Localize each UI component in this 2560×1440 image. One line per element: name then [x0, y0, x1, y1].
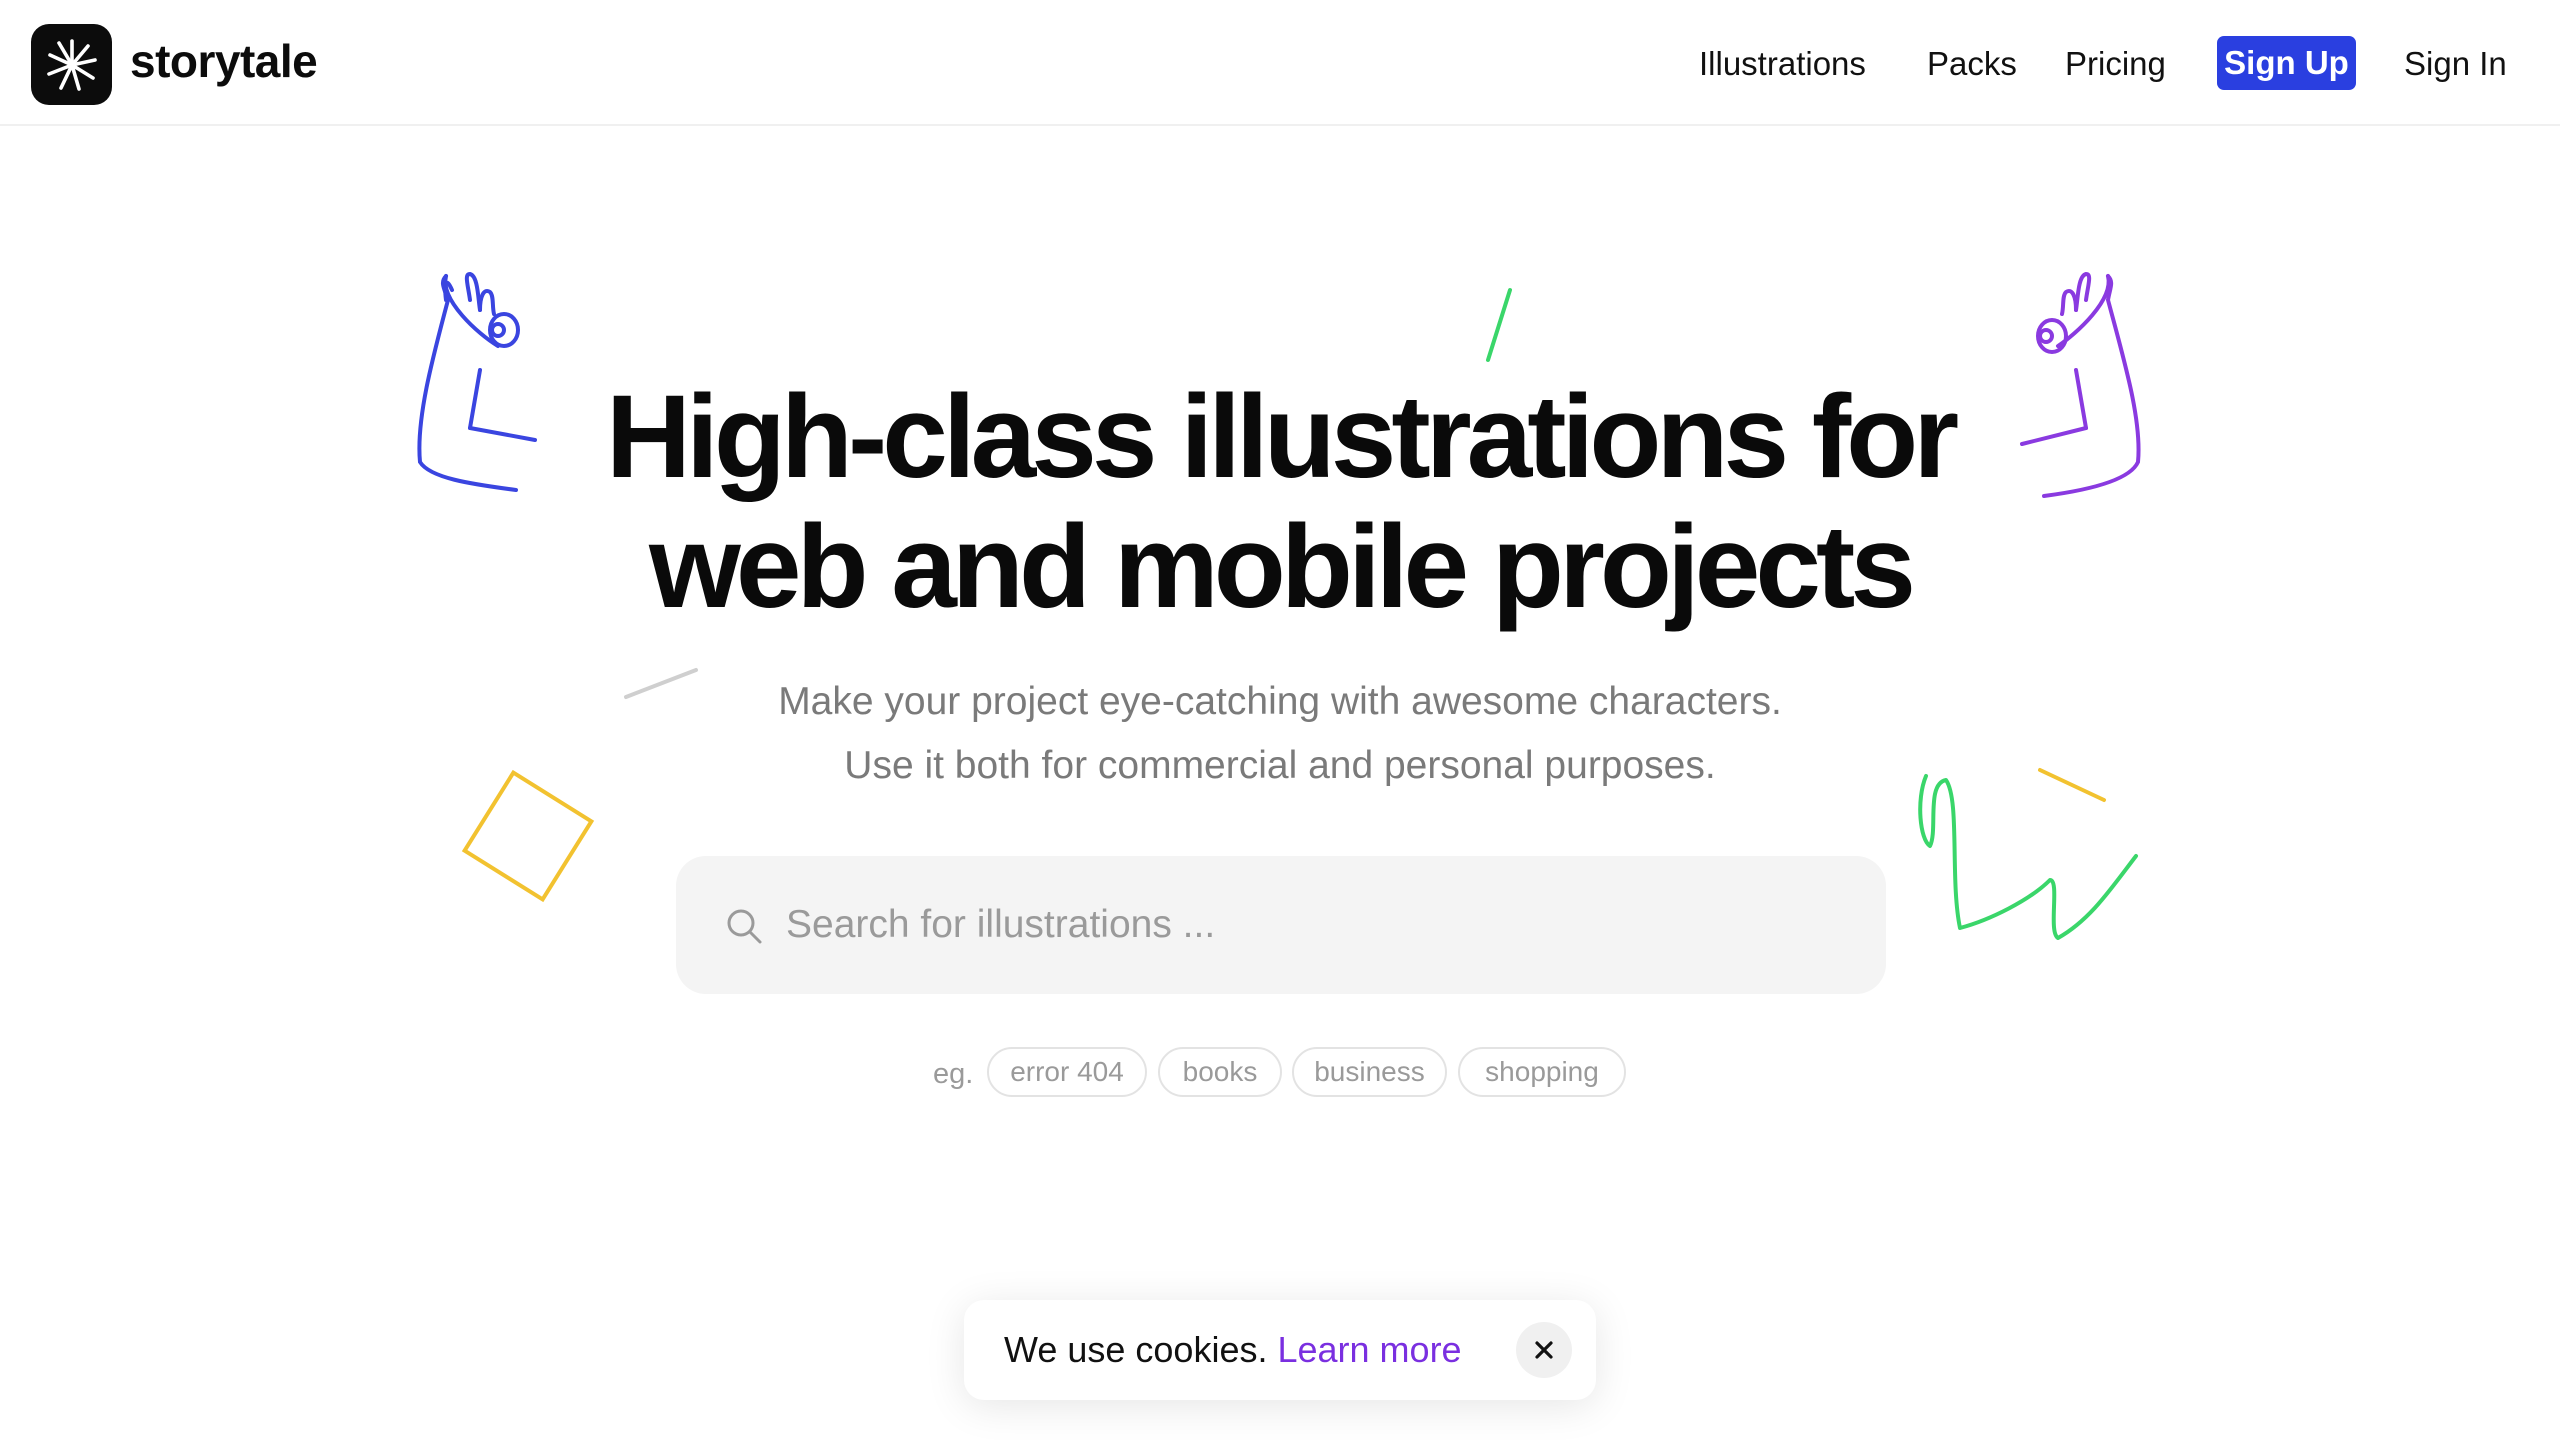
- green-slash-shape: [1486, 288, 1512, 362]
- green-squiggle-shape: [1918, 774, 2138, 940]
- cookie-learn-more-link[interactable]: Learn more: [1277, 1329, 1461, 1370]
- nav-packs[interactable]: Packs: [1927, 36, 2017, 92]
- search-icon: [727, 909, 762, 944]
- nav-pricing[interactable]: Pricing: [2065, 36, 2166, 92]
- hero-title: High-class illustrations for web and mob…: [0, 372, 2560, 632]
- logo-wordmark[interactable]: storytale: [130, 30, 318, 92]
- nav-sign-in[interactable]: Sign In: [2404, 36, 2507, 92]
- hero-title-line1: High-class illustrations for: [605, 371, 1959, 503]
- cookie-message: We use cookies.: [1004, 1329, 1268, 1370]
- tag-error-404[interactable]: error 404: [987, 1047, 1147, 1097]
- examples-prefix: eg.: [933, 1058, 974, 1090]
- search-bar[interactable]: [676, 856, 1886, 994]
- tag-business[interactable]: business: [1292, 1047, 1447, 1097]
- hero-subtitle: Make your project eye-catching with awes…: [0, 670, 2560, 798]
- nav-illustrations[interactable]: Illustrations: [1699, 36, 1866, 92]
- cookie-banner: We use cookies. Learn more: [964, 1300, 1596, 1400]
- close-icon: [1535, 1341, 1553, 1359]
- site-header: storytale Illustrations Packs Pricing Si…: [0, 0, 2560, 126]
- tag-books[interactable]: books: [1158, 1047, 1282, 1097]
- starburst-logo-icon: [46, 38, 97, 91]
- sign-up-button[interactable]: Sign Up: [2217, 36, 2356, 90]
- tag-shopping[interactable]: shopping: [1458, 1047, 1626, 1097]
- logo-icon[interactable]: [31, 24, 112, 105]
- cookie-close-button[interactable]: [1516, 1322, 1572, 1378]
- hero-title-line2: web and mobile projects: [649, 501, 1916, 633]
- cookie-text-wrap: We use cookies. Learn more: [1004, 1322, 1462, 1378]
- hero-subtitle-line2: Use it both for commercial and personal …: [844, 744, 1716, 787]
- search-input[interactable]: [786, 890, 1836, 960]
- hero-subtitle-line1: Make your project eye-catching with awes…: [778, 680, 1782, 723]
